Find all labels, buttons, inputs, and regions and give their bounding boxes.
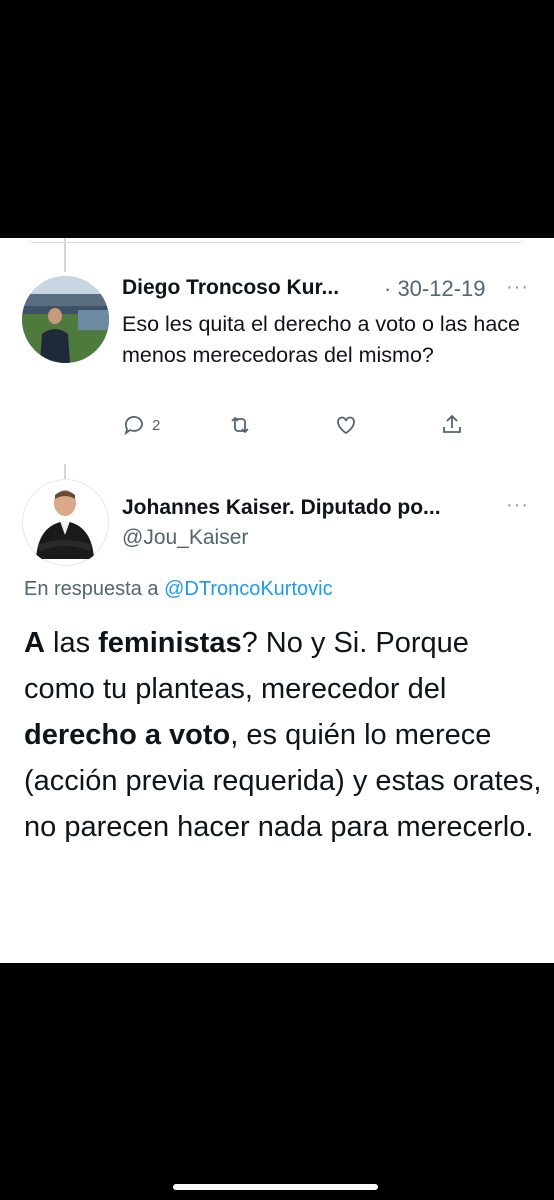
retweet-icon [231, 416, 249, 434]
tweet-author-name[interactable]: Diego Troncoso Kur... [122, 276, 339, 300]
tweet-text-part: las [44, 627, 99, 659]
more-options-icon[interactable]: ··· [506, 276, 529, 299]
tweet-text-part: A [24, 627, 45, 659]
tweet-text: A las feministas? No y Si. Porque como t… [24, 620, 544, 850]
avatar[interactable] [22, 276, 109, 363]
like-icon [337, 416, 355, 435]
tweet-actions: 2 [122, 413, 482, 443]
share-button[interactable] [440, 413, 464, 437]
avatar[interactable] [22, 479, 109, 566]
share-icon [443, 414, 461, 433]
reply-prefix: En respuesta a [24, 578, 165, 600]
previous-card-edge [26, 236, 526, 243]
tweet-text-part: derecho a voto [24, 719, 231, 751]
reply-count: 2 [152, 416, 161, 434]
reply-icon [124, 416, 143, 436]
reply-mention-link[interactable]: @DTroncoKurtovic [164, 578, 333, 600]
thread-connector-line [64, 238, 66, 272]
tweet-text: Eso les quita el derecho a voto o las ha… [122, 312, 521, 367]
like-button[interactable] [334, 413, 358, 437]
tweet-date[interactable]: · 30-12-19 [384, 276, 486, 302]
tweet-author-name[interactable]: Johannes Kaiser. Diputado po... [122, 496, 441, 520]
tweet-author-handle[interactable]: @Jou_Kaiser [122, 526, 248, 550]
home-indicator[interactable] [173, 1184, 378, 1190]
reply-button[interactable]: 2 [122, 413, 160, 437]
reply-context: En respuesta a @DTroncoKurtovic [24, 578, 333, 601]
tweet-thread-card: Diego Troncoso Kur... · 30-12-19 ··· Eso… [0, 238, 554, 963]
more-options-icon[interactable]: ··· [506, 494, 529, 517]
tweet-text-part: feministas [98, 627, 242, 659]
retweet-button[interactable] [228, 413, 252, 437]
